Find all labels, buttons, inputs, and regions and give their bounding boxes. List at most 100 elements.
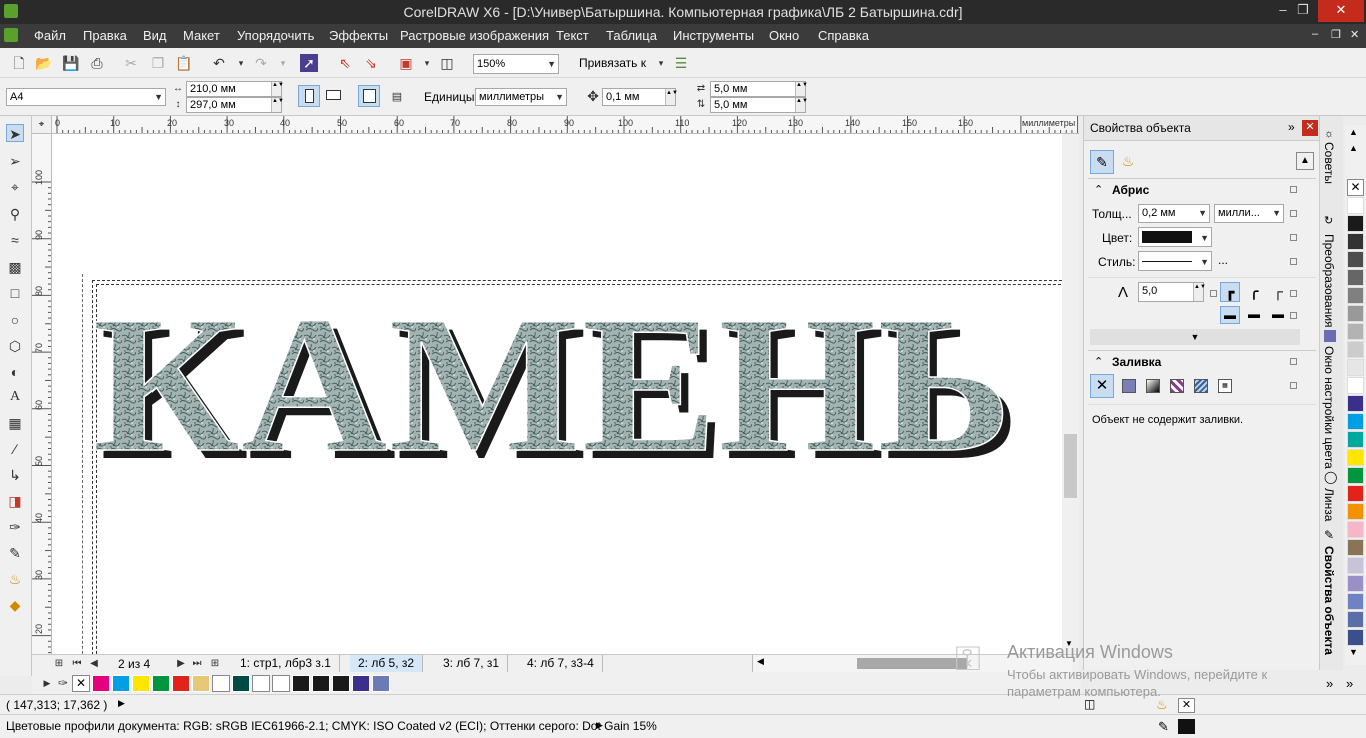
- no-fill-button[interactable]: ✕: [1090, 374, 1114, 398]
- miter-limit-input[interactable]: 5,0 ▲▼: [1138, 282, 1206, 302]
- new-icon[interactable]: 🗋: [10, 54, 28, 72]
- status-flyout-icon[interactable]: ▶: [118, 698, 125, 709]
- palette-swatch[interactable]: [292, 675, 310, 692]
- color-eyedropper-icon[interactable]: ✑: [56, 674, 70, 692]
- paste-icon[interactable]: 📋: [175, 54, 193, 72]
- palette-swatch[interactable]: [1347, 269, 1364, 286]
- palette-swatch[interactable]: [1347, 251, 1364, 268]
- ruler-origin-icon[interactable]: ⌖: [32, 116, 52, 134]
- redo-dropdown-icon[interactable]: ▾: [274, 54, 292, 72]
- no-color-swatch[interactable]: ✕: [1347, 179, 1364, 196]
- menu-layout[interactable]: Макет: [183, 28, 220, 43]
- horizontal-ruler[interactable]: 0 10 20 30 40 50 60 70 80 90 100 110 120…: [52, 116, 1079, 134]
- outline-pen-tool-icon[interactable]: ✎: [6, 544, 24, 562]
- pick-tool-icon[interactable]: ➤: [6, 124, 24, 142]
- palette-swatch[interactable]: [172, 675, 190, 692]
- cut-icon[interactable]: ✂: [122, 54, 140, 72]
- horizontal-scroll-thumb[interactable]: [857, 658, 967, 669]
- menu-arrange[interactable]: Упорядочить: [237, 28, 314, 43]
- palette-scroll-up-icon[interactable]: ▲: [1349, 127, 1358, 137]
- blend-tool-icon[interactable]: ◨: [6, 492, 24, 510]
- stone-text-graphic[interactable]: КАМЕНЬ КАМЕНЬ: [52, 284, 1062, 654]
- interactive-fill-tool-icon[interactable]: ◆: [6, 596, 24, 614]
- page-tab-2[interactable]: 2: лб 5, з2: [350, 655, 424, 672]
- palette-swatch[interactable]: [1347, 467, 1364, 484]
- search-content-icon[interactable]: ➚: [300, 54, 318, 72]
- outline-collapse-icon[interactable]: ⌃: [1094, 183, 1103, 196]
- page-tab-3[interactable]: 3: лб 7, з1: [435, 655, 509, 672]
- add-page-before-icon[interactable]: ⊞: [52, 655, 66, 673]
- doc-close-icon[interactable]: ✕: [1350, 28, 1359, 41]
- fill-collapse-icon[interactable]: ⌃: [1094, 355, 1103, 368]
- fill-none-swatch[interactable]: ✕: [1178, 698, 1195, 713]
- zoom-tool-icon[interactable]: ⚲: [6, 205, 24, 223]
- shape-tool-icon[interactable]: ➢: [6, 152, 24, 170]
- palette-swatch[interactable]: [1347, 521, 1364, 538]
- palette-swatch[interactable]: [1347, 431, 1364, 448]
- palette-swatch[interactable]: [112, 675, 130, 692]
- corner-pin-icon[interactable]: [1290, 290, 1297, 297]
- page-height-input[interactable]: 297,0 мм ▲▼: [186, 97, 284, 113]
- launcher-dropdown-icon[interactable]: ▾: [418, 54, 436, 72]
- page-size-select[interactable]: A4 ▼: [6, 88, 166, 106]
- outline-indicator-icon[interactable]: ✎: [1158, 719, 1169, 735]
- polygon-tool-icon[interactable]: ⬡: [6, 337, 24, 355]
- outline-tab-icon[interactable]: ✎: [1090, 150, 1114, 174]
- menu-file[interactable]: Файл: [34, 28, 66, 43]
- palette-swatch[interactable]: [1347, 287, 1364, 304]
- dimension-tool-icon[interactable]: ∕: [6, 440, 24, 458]
- options-icon[interactable]: ☰: [672, 54, 690, 72]
- copy-icon[interactable]: ❐: [149, 54, 167, 72]
- export-icon[interactable]: ⇘: [362, 54, 380, 72]
- fill-tab-icon[interactable]: ♨: [1116, 150, 1140, 174]
- postscript-fill-button[interactable]: ▦: [1218, 379, 1232, 393]
- zoom-level-select[interactable]: 150% ▼: [473, 54, 559, 74]
- outline-color-pin-icon[interactable]: [1290, 234, 1297, 241]
- cap-round-button[interactable]: ▬: [1244, 306, 1264, 324]
- palette-swatch[interactable]: [1347, 593, 1364, 610]
- freehand-tool-icon[interactable]: ≈: [6, 231, 24, 249]
- palette-swatch[interactable]: [1347, 305, 1364, 322]
- palette-swatch[interactable]: [1347, 575, 1364, 592]
- menu-help[interactable]: Справка: [818, 28, 869, 43]
- basic-shapes-tool-icon[interactable]: ◐: [6, 363, 24, 381]
- palette-swatch[interactable]: [272, 675, 290, 692]
- menu-text[interactable]: Текст: [556, 28, 589, 43]
- docker-collapse-icon[interactable]: »: [1288, 120, 1295, 134]
- table-tool-icon[interactable]: ▦: [6, 414, 24, 432]
- tab-transformations[interactable]: Преобразования: [1322, 234, 1336, 328]
- palette-expand-icon[interactable]: »: [1326, 676, 1333, 691]
- palette-swatch[interactable]: [1347, 449, 1364, 466]
- menu-tools[interactable]: Инструменты: [673, 28, 754, 43]
- rectangle-tool-icon[interactable]: □: [6, 284, 24, 302]
- import-icon[interactable]: ⇖: [336, 54, 354, 72]
- tabs-scroll-down-icon[interactable]: ⌄: [1326, 646, 1334, 657]
- palette-swatch[interactable]: [132, 675, 150, 692]
- palette-swatch[interactable]: [232, 675, 250, 692]
- palette-swatch[interactable]: [312, 675, 330, 692]
- fill-tool-icon[interactable]: ♨: [6, 570, 24, 588]
- palette-swatch[interactable]: [252, 675, 270, 692]
- corner-round-button[interactable]: ╭: [1244, 282, 1264, 302]
- eyedropper-tool-icon[interactable]: ✑: [6, 518, 24, 536]
- spinner-icon[interactable]: ▲▼: [271, 98, 284, 112]
- smart-fill-tool-icon[interactable]: ▩: [6, 258, 24, 276]
- close-button[interactable]: ✕: [1318, 0, 1364, 22]
- crop-tool-icon[interactable]: ⌖: [6, 178, 24, 196]
- connector-tool-icon[interactable]: ↳: [6, 466, 24, 484]
- fill-type-pin-icon[interactable]: [1290, 382, 1297, 389]
- palette-swatch[interactable]: [1347, 377, 1364, 394]
- drawing-canvas[interactable]: КАМЕНЬ КАМЕНЬ: [52, 134, 1062, 654]
- duplicate-y-input[interactable]: 5,0 мм ▲▼: [710, 97, 808, 113]
- fountain-fill-button[interactable]: [1146, 379, 1160, 393]
- vertical-ruler[interactable]: 100 90 80 70 60 50 40 30 20: [32, 134, 52, 654]
- current-page-icon[interactable]: ▤: [388, 88, 406, 106]
- outline-color-picker[interactable]: ▼: [1138, 227, 1212, 247]
- palette-swatch[interactable]: [1347, 395, 1364, 412]
- palette-scroll-down-icon[interactable]: ▼: [1349, 647, 1358, 657]
- tab-lens[interactable]: Линза: [1322, 488, 1336, 521]
- spinner-icon[interactable]: ▲▼: [271, 82, 284, 96]
- profiles-flyout-icon[interactable]: ▶: [596, 720, 603, 731]
- tab-object-properties[interactable]: Свойства объекта: [1322, 546, 1336, 655]
- application-launcher-icon[interactable]: ▣: [397, 54, 415, 72]
